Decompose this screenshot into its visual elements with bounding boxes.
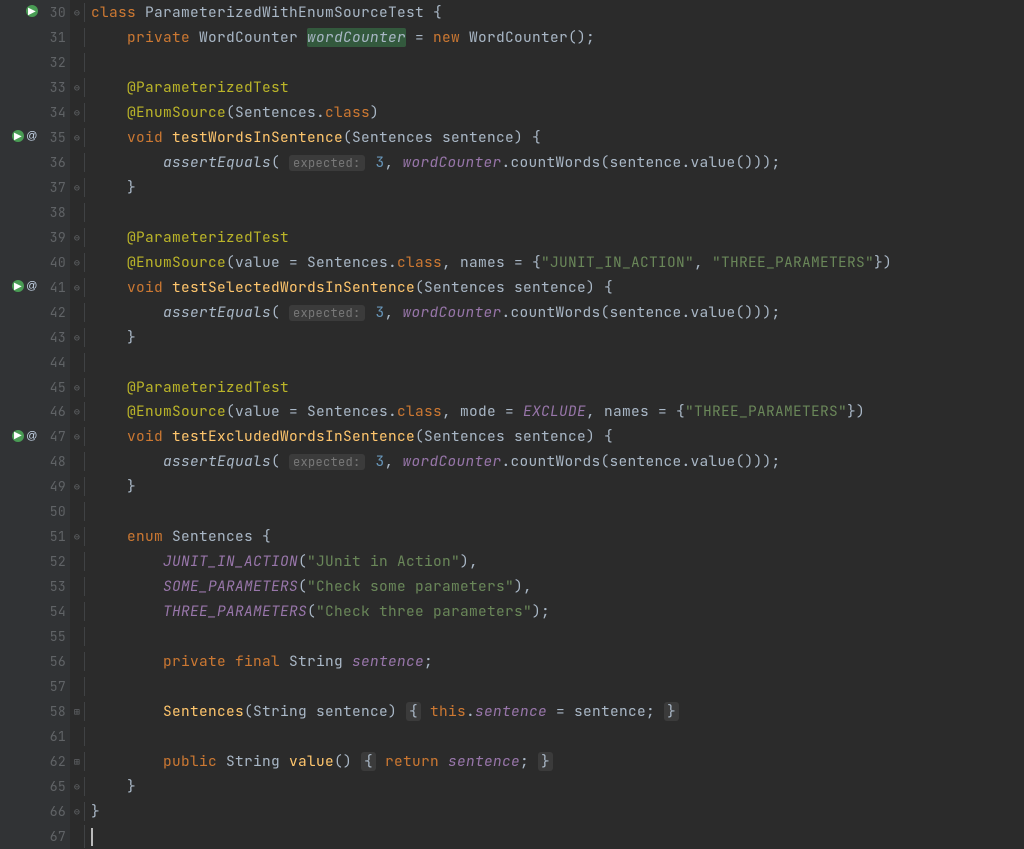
code-line[interactable]: 44 bbox=[0, 350, 1024, 375]
code-line[interactable]: 38 bbox=[0, 200, 1024, 225]
parameter-hint: expected: bbox=[289, 155, 365, 171]
code-line[interactable]: 37 ⊖ } bbox=[0, 175, 1024, 200]
code-line[interactable]: 55 bbox=[0, 624, 1024, 649]
code-line[interactable]: ▶@41 ⊖ void testSelectedWordsInSentence(… bbox=[0, 275, 1024, 300]
code-line[interactable]: 36 assertEquals( expected: 3, wordCounte… bbox=[0, 150, 1024, 175]
code-line[interactable]: 56 private final String sentence; bbox=[0, 649, 1024, 674]
code-line[interactable]: 52 JUNIT_IN_ACTION("JUnit in Action"), bbox=[0, 549, 1024, 574]
code-line[interactable]: 61 bbox=[0, 724, 1024, 749]
code-line[interactable]: 54 THREE_PARAMETERS("Check three paramet… bbox=[0, 599, 1024, 624]
code-line[interactable]: 65 ⊖ } bbox=[0, 774, 1024, 799]
code-line[interactable]: 58 ⊞ Sentences(String sentence) { this.s… bbox=[0, 699, 1024, 724]
highlighted-identifier: wordCounter bbox=[307, 28, 406, 47]
run-test-icon[interactable]: ▶ bbox=[12, 430, 24, 442]
override-icon[interactable]: @ bbox=[26, 280, 38, 292]
code-line[interactable]: 66 ⊖ } bbox=[0, 799, 1024, 824]
code-line[interactable]: 51 ⊖ enum Sentences { bbox=[0, 524, 1024, 549]
run-test-icon[interactable]: ▶ bbox=[12, 130, 24, 142]
code-line[interactable]: 39 ⊖ @ParameterizedTest bbox=[0, 225, 1024, 250]
code-line[interactable]: ▶@47 ⊖ void testExcludedWordsInSentence(… bbox=[0, 424, 1024, 449]
text-caret bbox=[91, 828, 93, 846]
code-line[interactable]: ▶@35 ⊖ void testWordsInSentence(Sentence… bbox=[0, 125, 1024, 150]
line-number: 30 bbox=[38, 4, 66, 21]
parameter-hint: expected: bbox=[289, 305, 365, 321]
code-line[interactable]: 45 ⊖ @ParameterizedTest bbox=[0, 375, 1024, 400]
parameter-hint: expected: bbox=[289, 454, 365, 470]
override-icon[interactable]: @ bbox=[26, 430, 38, 442]
override-icon[interactable]: @ bbox=[26, 130, 38, 142]
code-line[interactable]: 32 bbox=[0, 50, 1024, 75]
code-line[interactable]: 42 assertEquals( expected: 3, wordCounte… bbox=[0, 300, 1024, 325]
code-line[interactable]: 49 ⊖ } bbox=[0, 474, 1024, 499]
code-line[interactable]: 34 ⊖ @EnumSource(Sentences.class) bbox=[0, 100, 1024, 125]
code-line[interactable]: 50 bbox=[0, 499, 1024, 524]
run-test-icon[interactable]: ▶ bbox=[12, 280, 24, 292]
code-line[interactable]: ▶ 30 ⊖ class ParameterizedWithEnumSource… bbox=[0, 0, 1024, 25]
code-line[interactable]: 46 ⊖ @EnumSource(value = Sentences.class… bbox=[0, 400, 1024, 425]
run-test-icon[interactable]: ▶ bbox=[26, 5, 38, 17]
code-line[interactable]: 31 private WordCounter wordCounter = new… bbox=[0, 25, 1024, 50]
code-line[interactable]: 53 SOME_PARAMETERS("Check some parameter… bbox=[0, 574, 1024, 599]
code-line[interactable]: 43 ⊖ } bbox=[0, 325, 1024, 350]
code-line[interactable]: 48 assertEquals( expected: 3, wordCounte… bbox=[0, 449, 1024, 474]
code-line[interactable]: 62 ⊞ public String value() { return sent… bbox=[0, 749, 1024, 774]
code-line[interactable]: 67 bbox=[0, 824, 1024, 849]
code-line[interactable]: 57 bbox=[0, 674, 1024, 699]
code-line[interactable]: 33 ⊖ @ParameterizedTest bbox=[0, 75, 1024, 100]
code-editor[interactable]: ▶ 30 ⊖ class ParameterizedWithEnumSource… bbox=[0, 0, 1024, 849]
code-line[interactable]: 40 ⊖ @EnumSource(value = Sentences.class… bbox=[0, 250, 1024, 275]
